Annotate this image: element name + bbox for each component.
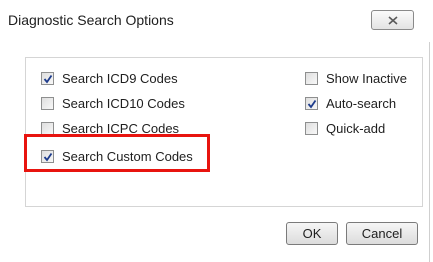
diagnostic-search-options-dialog: Diagnostic Search Options Search ICD9 Co… <box>0 0 433 262</box>
show-inactive-label: Show Inactive <box>326 70 407 86</box>
quick-add-checkbox[interactable] <box>305 121 318 135</box>
highlight-box <box>24 134 210 172</box>
quick-add-option[interactable]: Quick-add <box>305 119 385 137</box>
cancel-button[interactable]: Cancel <box>346 222 418 245</box>
search-icd10-option[interactable]: Search ICD10 Codes <box>41 94 185 112</box>
options-panel: Search ICD9 Codes Search ICD10 Codes Sea… <box>25 57 423 207</box>
checkmark-icon <box>43 74 53 83</box>
auto-search-label: Auto-search <box>326 95 397 111</box>
ok-button[interactable]: OK <box>286 222 338 245</box>
close-button[interactable] <box>371 10 414 30</box>
checkmark-icon <box>307 99 317 108</box>
search-icpc-checkbox[interactable] <box>41 121 54 135</box>
auto-search-checkbox[interactable] <box>305 96 318 110</box>
window-edge <box>429 42 430 262</box>
quick-add-label: Quick-add <box>326 120 386 136</box>
dialog-title: Diagnostic Search Options <box>8 12 174 28</box>
close-x-icon <box>388 16 398 25</box>
auto-search-option[interactable]: Auto-search <box>305 94 396 112</box>
show-inactive-option[interactable]: Show Inactive <box>305 69 407 87</box>
show-inactive-checkbox[interactable] <box>305 71 318 85</box>
search-icd10-label: Search ICD10 Codes <box>62 95 185 111</box>
search-icd9-option[interactable]: Search ICD9 Codes <box>41 69 178 87</box>
search-icd9-checkbox[interactable] <box>41 71 54 85</box>
search-icd9-label: Search ICD9 Codes <box>62 70 178 86</box>
search-icd10-checkbox[interactable] <box>41 96 54 110</box>
title-bar: Diagnostic Search Options <box>0 0 433 40</box>
